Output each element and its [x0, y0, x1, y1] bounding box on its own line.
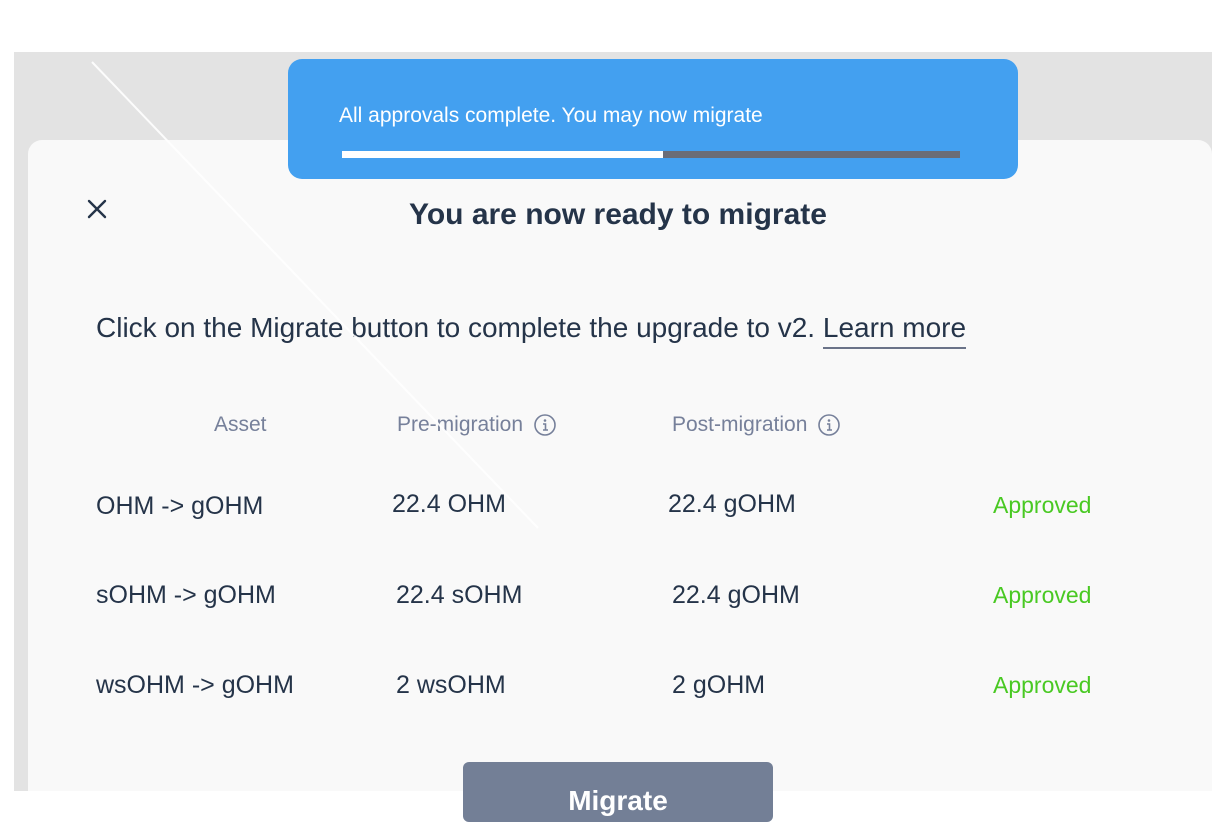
toast-message: All approvals complete. You may now migr…: [339, 104, 763, 127]
row-post-migration: 22.4 gOHM: [672, 581, 800, 609]
header-asset: Asset: [214, 413, 267, 436]
info-icon[interactable]: [817, 413, 841, 437]
toast-progress-fill: [342, 151, 664, 158]
migrate-button[interactable]: Migrate: [463, 762, 773, 822]
status-badge: Approved: [993, 492, 1092, 518]
header-pre-migration: Pre-migration: [397, 413, 557, 437]
approval-toast: All approvals complete. You may now migr…: [288, 59, 1018, 179]
row-asset: OHM -> gOHM: [96, 492, 264, 520]
modal-title: You are now ready to migrate: [409, 198, 827, 231]
row-post-migration: 22.4 gOHM: [668, 490, 796, 518]
info-icon[interactable]: [533, 413, 557, 437]
status-badge: Approved: [993, 672, 1092, 698]
learn-more-link[interactable]: Learn more: [822, 312, 967, 349]
row-post-migration: 2 gOHM: [672, 671, 766, 699]
header-post-migration: Post-migration: [672, 413, 841, 437]
row-asset: sOHM -> gOHM: [96, 581, 276, 609]
description-text: Click on the Migrate button to complete …: [96, 312, 816, 343]
row-pre-migration: 2 wsOHM: [396, 671, 506, 699]
row-pre-migration: 22.4 sOHM: [396, 581, 523, 609]
toast-progress-bar: [342, 151, 960, 158]
row-pre-migration: 22.4 OHM: [392, 490, 506, 518]
status-badge: Approved: [993, 582, 1092, 608]
row-asset: wsOHM -> gOHM: [96, 671, 294, 699]
migration-description: Click on the Migrate button to complete …: [96, 312, 967, 349]
